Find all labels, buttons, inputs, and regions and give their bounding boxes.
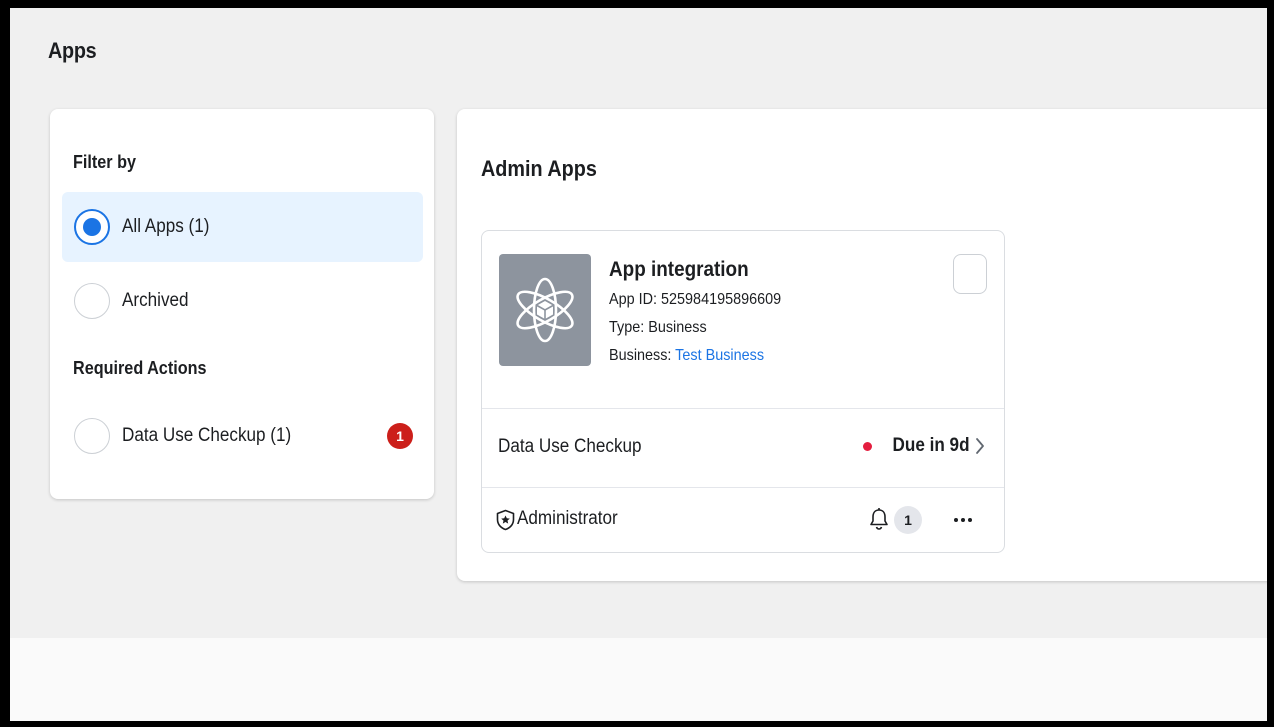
filter-panel: Filter by All Apps (1) Archived Required… (50, 109, 434, 499)
filter-option-label: All Apps (1) (122, 216, 210, 237)
business-link[interactable]: Test Business (675, 347, 764, 364)
data-use-checkup-row[interactable]: Data Use Checkup Due in 9d (482, 409, 1004, 487)
filter-option-data-use-checkup[interactable]: Data Use Checkup (1) 1 (62, 401, 423, 471)
app-id: App ID: 525984195896609 (609, 291, 782, 308)
atom-icon (499, 254, 591, 366)
filter-option-label: Data Use Checkup (1) (122, 425, 292, 446)
filter-option-archived[interactable]: Archived (62, 266, 423, 336)
page-title: Apps (48, 38, 97, 63)
more-options-icon[interactable] (949, 510, 977, 530)
shield-icon (496, 509, 515, 536)
section-title: Admin Apps (481, 156, 597, 181)
due-status: Due in 9d (863, 435, 986, 457)
radio-button-selected[interactable] (74, 209, 110, 245)
app-select-checkbox[interactable] (953, 254, 987, 294)
radio-button[interactable] (74, 418, 110, 454)
due-text: Due in 9d (893, 435, 970, 456)
filter-option-all-apps[interactable]: All Apps (1) (62, 192, 423, 262)
app-window: Apps Filter by All Apps (1) Archived Req… (10, 8, 1267, 721)
radio-button[interactable] (74, 283, 110, 319)
notification-count: 1 (894, 506, 922, 534)
role-label: Administrator (517, 508, 618, 529)
app-name[interactable]: App integration (609, 258, 749, 282)
required-actions-heading: Required Actions (73, 358, 207, 378)
status-dot-icon (863, 441, 873, 451)
filter-option-label: Archived (122, 290, 189, 311)
filter-heading: Filter by (73, 152, 137, 172)
app-business: Business: Test Business (609, 347, 764, 365)
role-row: Administrator 1 (482, 488, 1004, 554)
app-card[interactable]: App integration App ID: 525984195896609 … (481, 230, 1005, 553)
admin-apps-panel: Admin Apps App integration App ID: 52598… (457, 109, 1267, 581)
notification-badge: 1 (387, 423, 413, 449)
app-type: Type: Business (609, 319, 707, 336)
business-prefix: Business: (609, 347, 676, 364)
chevron-right-icon[interactable] (974, 436, 986, 456)
checkup-label: Data Use Checkup (498, 436, 642, 457)
bell-icon[interactable] (869, 507, 889, 536)
